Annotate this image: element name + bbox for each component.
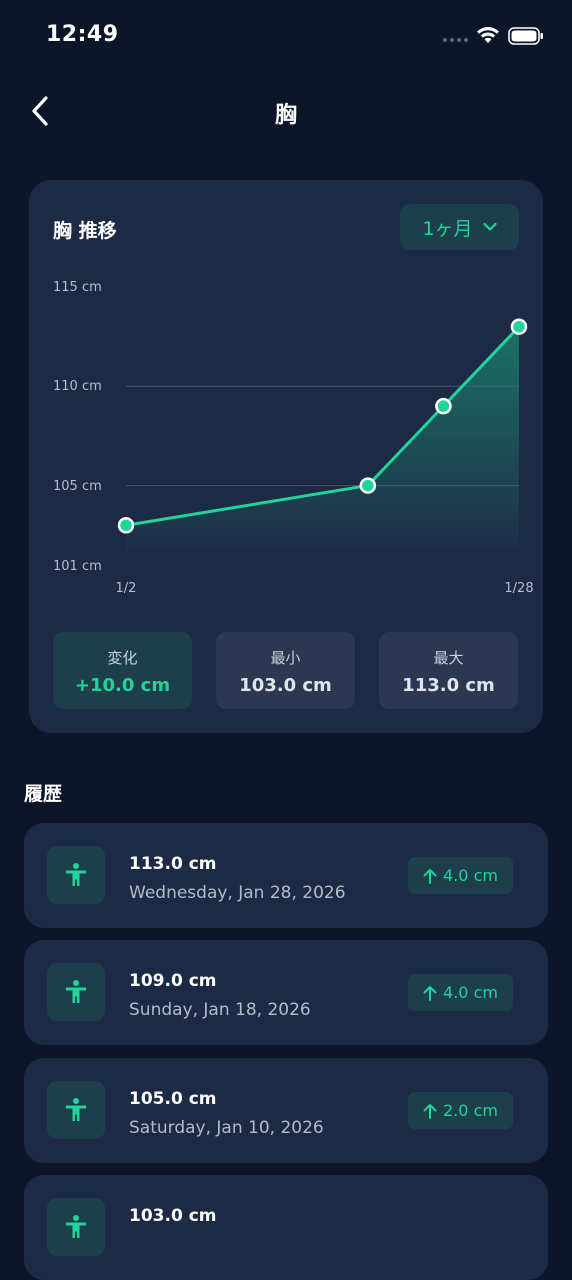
x-tick-label: 1/2 xyxy=(116,581,137,596)
body-icon xyxy=(47,963,105,1021)
page-title: 胸 xyxy=(274,103,297,128)
arrow-up-icon xyxy=(423,868,437,884)
arrow-up-icon xyxy=(423,1103,437,1119)
body-icon xyxy=(47,1081,105,1139)
body-icon xyxy=(47,1198,105,1256)
stat-min-label: 最小 xyxy=(270,649,301,667)
status-bar: 12:49 xyxy=(0,0,572,72)
history-item[interactable]: 103.0 cm xyxy=(24,1175,548,1280)
y-tick-label: 110 cm xyxy=(53,379,102,394)
history-item[interactable]: 109.0 cm Sunday, Jan 18, 2026 4.0 cm xyxy=(24,940,548,1045)
history-date: Sunday, Jan 18, 2026 xyxy=(129,1000,311,1020)
history-value: 113.0 cm xyxy=(129,854,217,874)
history-value: 103.0 cm xyxy=(129,1206,217,1226)
data-point[interactable] xyxy=(117,517,135,534)
status-time: 12:49 xyxy=(46,22,119,47)
battery-icon xyxy=(508,27,543,45)
x-tick-label: 1/28 xyxy=(504,581,533,596)
line-chart: 115 cm 110 cm 105 cm 101 cm 1/2 1/28 xyxy=(53,280,534,596)
change-badge-value: 4.0 cm xyxy=(443,983,498,1002)
stat-min-value: 103.0 cm xyxy=(239,675,332,696)
change-badge: 4.0 cm xyxy=(408,857,513,894)
stat-min: 最小 103.0 cm xyxy=(216,632,355,709)
cellular-signal-icon xyxy=(443,38,468,42)
body-icon xyxy=(47,846,105,904)
stat-max: 最大 113.0 cm xyxy=(379,632,518,709)
stat-change-label: 変化 xyxy=(107,649,138,667)
change-badge-value: 4.0 cm xyxy=(443,866,498,885)
history-value: 105.0 cm xyxy=(129,1089,217,1109)
history-item[interactable]: 105.0 cm Saturday, Jan 10, 2026 2.0 cm xyxy=(24,1058,548,1163)
stat-change-value: +10.0 cm xyxy=(74,675,171,696)
change-badge: 4.0 cm xyxy=(408,974,513,1011)
nav-bar: 胸 xyxy=(0,84,572,138)
y-tick-label: 101 cm xyxy=(53,559,102,574)
change-badge-value: 2.0 cm xyxy=(443,1101,498,1120)
wifi-icon xyxy=(477,27,499,43)
chart-card: 胸 推移 1ヶ月 115 cm 110 cm 105 cm 101 cm 1/2 1/2… xyxy=(29,180,543,733)
history-date: Wednesday, Jan 28, 2026 xyxy=(129,883,346,903)
stat-max-label: 最大 xyxy=(433,649,464,667)
history-title: 履歴 xyxy=(24,783,63,805)
stat-max-value: 113.0 cm xyxy=(402,675,495,696)
data-point[interactable] xyxy=(435,397,452,415)
arrow-up-icon xyxy=(423,985,437,1001)
change-badge: 2.0 cm xyxy=(408,1092,513,1129)
history-value: 109.0 cm xyxy=(129,971,217,991)
history-date: Saturday, Jan 10, 2026 xyxy=(129,1118,324,1138)
data-point[interactable] xyxy=(510,318,528,335)
stat-change: 変化 +10.0 cm xyxy=(53,632,192,709)
history-item[interactable]: 113.0 cm Wednesday, Jan 28, 2026 4.0 cm xyxy=(24,823,548,928)
data-point[interactable] xyxy=(359,477,377,494)
y-tick-label: 105 cm xyxy=(53,479,102,494)
y-tick-label: 115 cm xyxy=(53,280,102,295)
